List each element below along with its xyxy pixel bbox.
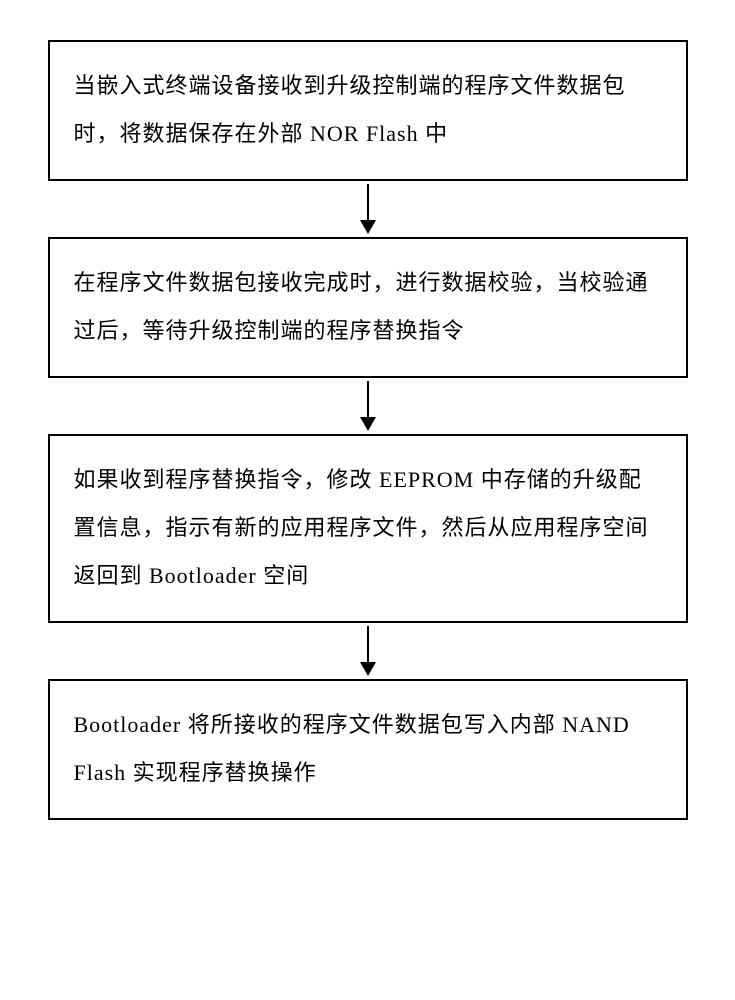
flow-step-text: 在程序文件数据包接收完成时，进行数据校验，当校验通过后，等待升级控制端的程序替换…	[74, 270, 649, 343]
flow-step-4: Bootloader 将所接收的程序文件数据包写入内部 NAND Flash 实…	[48, 679, 688, 820]
flow-step-text: 当嵌入式终端设备接收到升级控制端的程序文件数据包时，将数据保存在外部 NOR F…	[74, 73, 626, 146]
flow-step-text: 如果收到程序替换指令，修改 EEPROM 中存储的升级配置信息，指示有新的应用程…	[74, 467, 649, 589]
arrow-icon	[360, 623, 376, 679]
flow-step-1: 当嵌入式终端设备接收到升级控制端的程序文件数据包时，将数据保存在外部 NOR F…	[48, 40, 688, 181]
flow-step-3: 如果收到程序替换指令，修改 EEPROM 中存储的升级配置信息，指示有新的应用程…	[48, 434, 688, 623]
arrow-icon	[360, 378, 376, 434]
flow-step-2: 在程序文件数据包接收完成时，进行数据校验，当校验通过后，等待升级控制端的程序替换…	[48, 237, 688, 378]
arrow-icon	[360, 181, 376, 237]
flow-step-text: Bootloader 将所接收的程序文件数据包写入内部 NAND Flash 实…	[74, 712, 630, 785]
